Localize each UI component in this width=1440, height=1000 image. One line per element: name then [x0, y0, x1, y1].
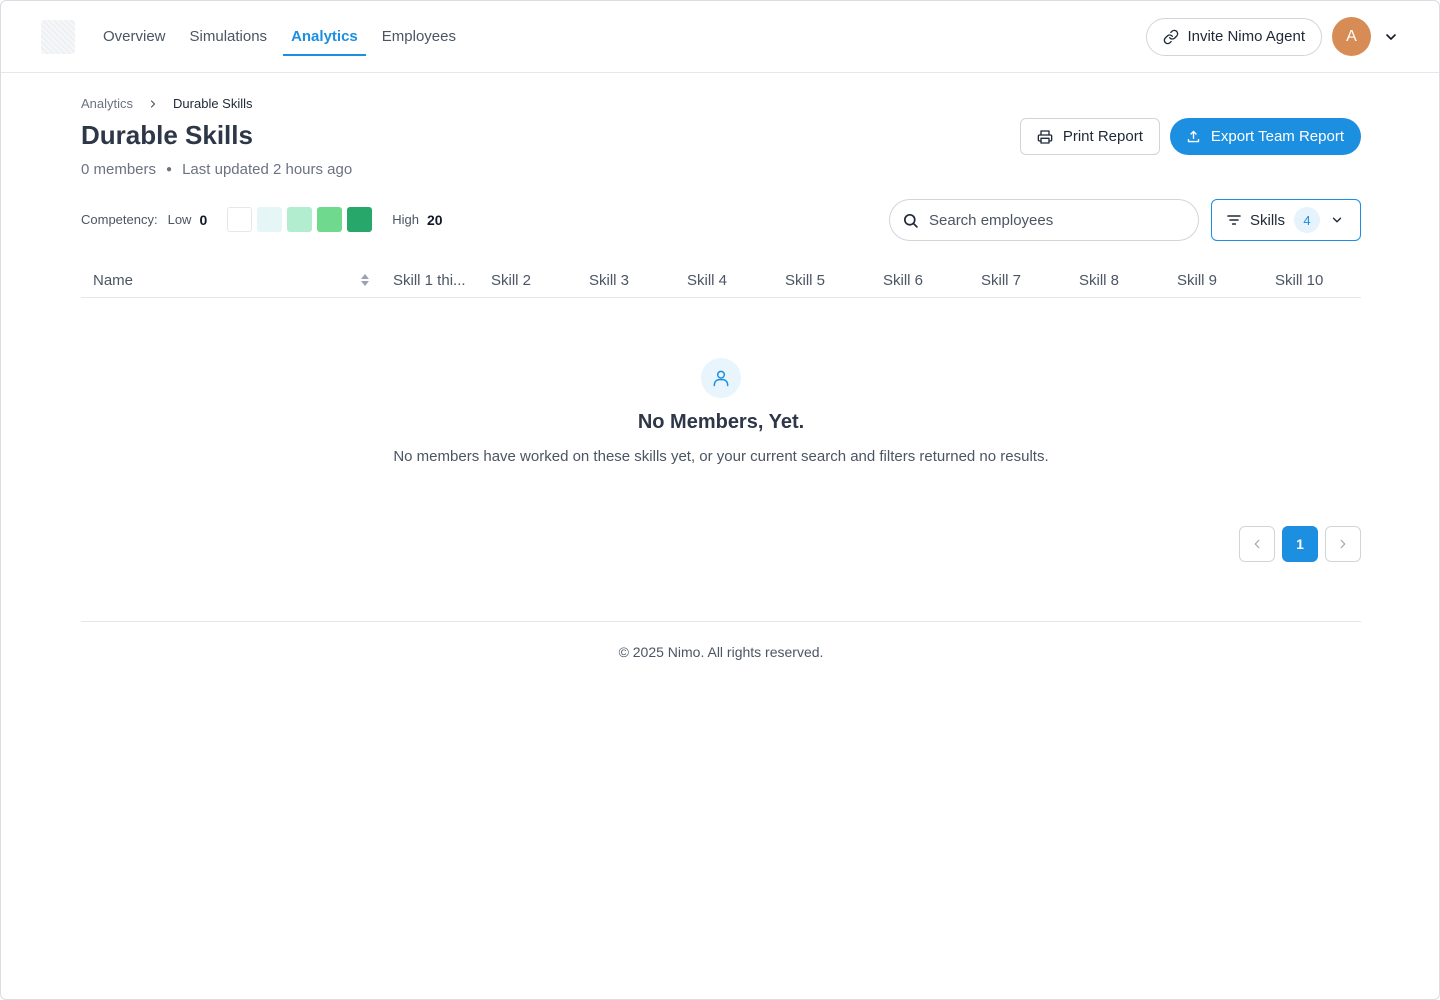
footer-divider [81, 621, 1361, 622]
chevron-right-icon [147, 98, 159, 110]
column-header-skill-10[interactable]: Skill 10 [1263, 272, 1361, 289]
user-avatar[interactable]: A [1332, 17, 1371, 56]
column-header-skill-6[interactable]: Skill 6 [871, 272, 969, 289]
main-content: Analytics Durable Skills Durable Skills … [81, 73, 1361, 660]
skills-filter-label: Skills [1250, 211, 1286, 229]
empty-state-description: No members have worked on these skills y… [393, 448, 1049, 465]
search-box [889, 199, 1199, 241]
nav-tab-overview[interactable]: Overview [95, 1, 174, 73]
member-count: 0 members [81, 161, 157, 178]
printer-icon [1037, 129, 1053, 145]
link-icon [1163, 29, 1179, 45]
swatch-level-5 [347, 207, 373, 232]
chevron-right-icon [1336, 537, 1350, 551]
filter-icon [1226, 212, 1242, 228]
chevron-down-icon [1330, 213, 1344, 227]
main-nav: Overview Simulations Analytics Employees [95, 1, 472, 73]
table-header: Name Skill 1 thi... Skill 2 Skill 3 Skil… [81, 263, 1361, 298]
upload-icon [1186, 129, 1201, 144]
page-meta: 0 members ● Last updated 2 hours ago [81, 161, 1361, 178]
column-header-skill-4[interactable]: Skill 4 [675, 272, 773, 289]
pagination: 1 [1239, 526, 1361, 562]
legend-low-label: Low [167, 212, 192, 227]
empty-state-title: No Members, Yet. [637, 411, 805, 433]
export-team-report-button[interactable]: Export Team Report [1169, 118, 1361, 155]
empty-state: No Members, Yet. No members have worked … [81, 358, 1361, 465]
legend-high-label: High [392, 212, 419, 227]
swatch-level-2 [257, 207, 283, 232]
search-icon [902, 212, 919, 229]
nav-tab-simulations[interactable]: Simulations [182, 1, 276, 73]
print-report-button[interactable]: Print Report [1019, 118, 1160, 155]
swatch-level-1 [227, 207, 253, 232]
invite-agent-button[interactable]: Invite Nimo Agent [1146, 17, 1322, 56]
swatch-level-3 [287, 207, 313, 232]
chevron-left-icon [1250, 537, 1264, 551]
invite-agent-label: Invite Nimo Agent [1187, 28, 1305, 45]
column-header-skill-3[interactable]: Skill 3 [577, 272, 675, 289]
legend-high-value: 20 [427, 211, 443, 228]
app-window: Overview Simulations Analytics Employees… [0, 0, 1440, 1000]
top-navigation-bar: Overview Simulations Analytics Employees… [1, 1, 1439, 73]
breadcrumb: Analytics Durable Skills [81, 96, 1361, 111]
nav-tab-employees[interactable]: Employees [374, 1, 464, 73]
column-name-label: Name [93, 271, 134, 289]
legend-low-value: 0 [199, 211, 208, 228]
skills-filter-button[interactable]: Skills 4 [1211, 199, 1361, 241]
filter-row: Competency: Low 0 High 20 Search employe… [81, 199, 1361, 241]
competency-legend: Competency: Low 0 High 20 [81, 207, 443, 232]
column-header-name[interactable]: Name [81, 272, 381, 289]
user-icon [701, 358, 741, 398]
chevron-down-icon[interactable] [1383, 29, 1399, 45]
previous-page-button[interactable] [1239, 526, 1275, 562]
print-report-label: Print Report [1062, 128, 1143, 145]
search-input[interactable] [929, 211, 1179, 229]
breadcrumb-analytics[interactable]: Analytics [81, 96, 133, 111]
column-header-skill-2[interactable]: Skill 2 [479, 272, 577, 289]
competency-label: Competency: [81, 212, 158, 227]
last-updated: Last updated 2 hours ago [182, 161, 353, 178]
column-header-skill-8[interactable]: Skill 8 [1067, 272, 1165, 289]
user-controls: Invite Nimo Agent A [1146, 17, 1399, 56]
column-header-skill-1[interactable]: Skill 1 thi... [381, 272, 479, 289]
export-team-report-label: Export Team Report [1210, 128, 1344, 145]
next-page-button[interactable] [1325, 526, 1361, 562]
column-header-skill-7[interactable]: Skill 7 [969, 272, 1067, 289]
separator-dot: ● [166, 164, 173, 175]
sort-icon[interactable] [361, 274, 369, 286]
swatch-level-4 [317, 207, 343, 232]
report-actions: Print Report Export Team Report [1019, 118, 1361, 155]
nav-tab-analytics[interactable]: Analytics [283, 1, 366, 73]
competency-swatches [227, 207, 373, 232]
column-header-skill-5[interactable]: Skill 5 [773, 272, 871, 289]
page-button-1[interactable]: 1 [1282, 526, 1318, 562]
footer-copyright: © 2025 Nimo. All rights reserved. [618, 644, 824, 660]
column-header-skill-9[interactable]: Skill 9 [1165, 272, 1263, 289]
skills-count-badge: 4 [1294, 207, 1321, 233]
breadcrumb-current: Durable Skills [173, 96, 253, 111]
logo[interactable] [41, 19, 75, 54]
